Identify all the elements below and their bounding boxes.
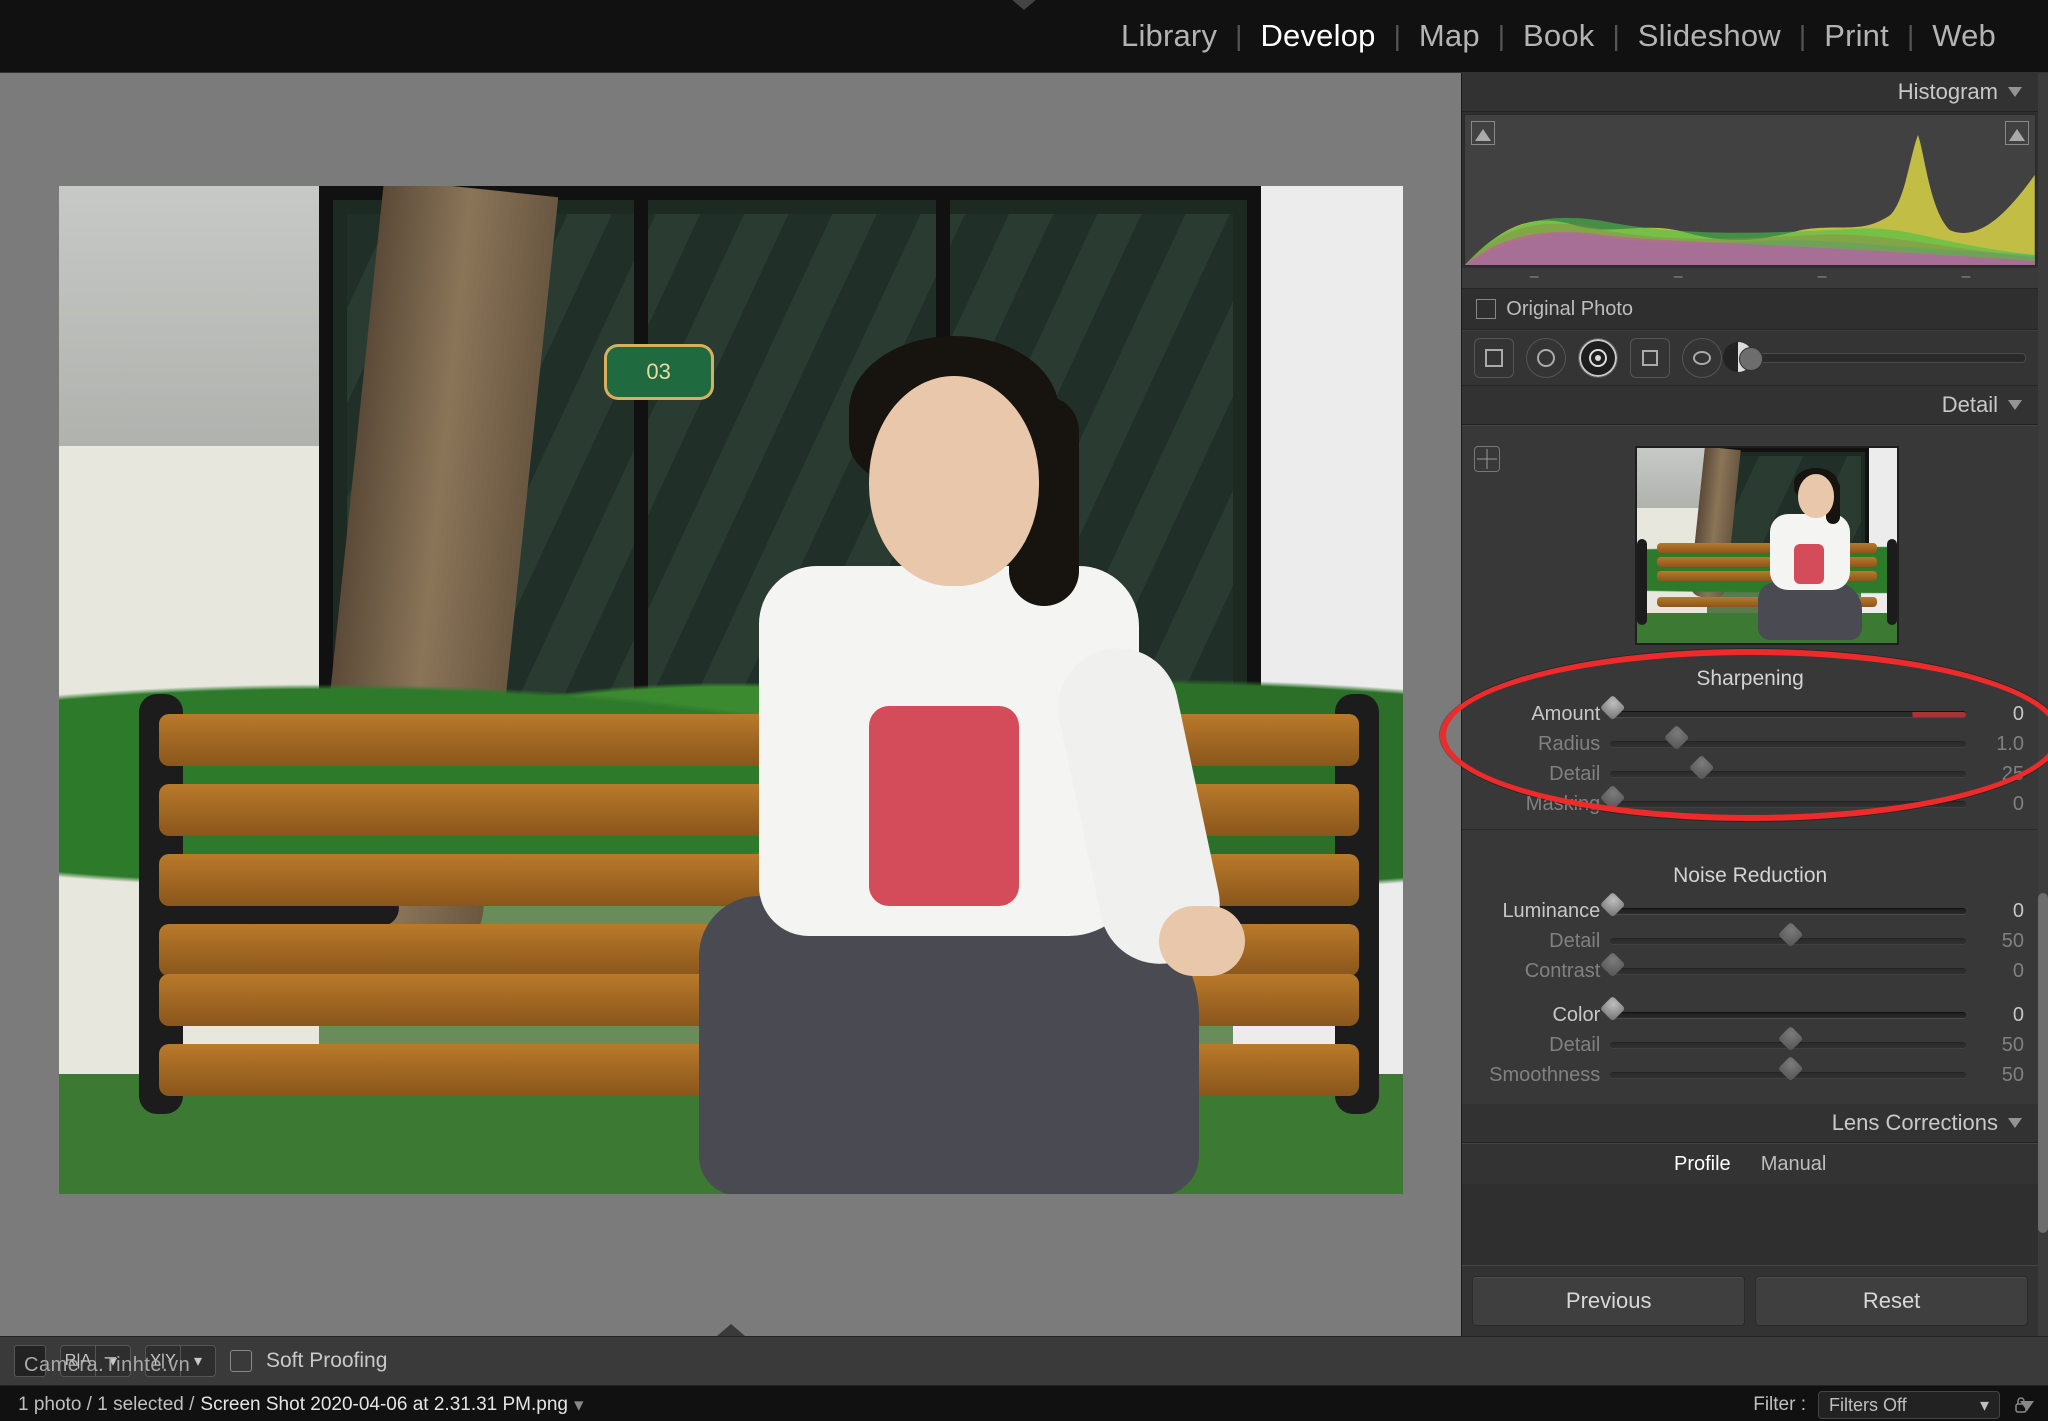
original-photo-label: Original Photo [1506,298,1633,321]
filmstrip-toggle[interactable] [717,1324,745,1336]
nav-develop[interactable]: Develop [1242,18,1393,54]
histogram[interactable] [1464,114,2036,266]
right-panel-group: Histogram –––– Original Photo [1461,73,2048,1336]
original-photo-row[interactable]: Original Photo [1462,289,2038,330]
status-filename: Screen Shot 2020-04-06 at 2.31.31 PM.png [200,1394,568,1416]
detail-zoom-preview[interactable] [1635,446,1899,645]
loupe-view[interactable]: 03 [0,73,1461,1336]
panel-header-histogram[interactable]: Histogram [1462,73,2038,112]
slider-luminance-contrast[interactable]: Contrast 0 [1476,956,2024,986]
nav-book[interactable]: Book [1505,18,1612,54]
watermark-text: Camera.Tinhte.vn [24,1354,190,1377]
noise-reduction-title: Noise Reduction [1476,864,2024,888]
slider-detail[interactable]: Detail 25 [1476,759,2024,789]
checkbox-icon[interactable] [1476,299,1496,319]
nav-library[interactable]: Library [1103,18,1235,54]
history-buttons: Previous Reset [1462,1265,2038,1336]
sharpening-group: Sharpening Amount 0 Radius 1.0 Detail 25 [1476,667,2024,819]
loupe-toolbar: R|A ▾ Y|Y ▾ Soft Proofing [0,1336,2048,1385]
radial-filter-tool[interactable] [1682,338,1722,378]
detail-panel: Sharpening Amount 0 Radius 1.0 Detail 25 [1462,425,2038,1104]
panel-title-lens: Lens Corrections [1832,1110,1998,1136]
slider-color-detail[interactable]: Detail 50 [1476,1030,2024,1060]
slider-luminance-detail[interactable]: Detail 50 [1476,926,2024,956]
panel-title-detail: Detail [1942,392,1998,418]
slider-luminance[interactable]: Luminance 0 [1476,896,2024,926]
redeye-tool[interactable] [1578,338,1618,378]
spot-removal-tool[interactable] [1526,338,1566,378]
soft-proofing-checkbox[interactable] [230,1350,252,1372]
nav-web[interactable]: Web [1914,18,2014,54]
toolbar-more-icon[interactable] [2020,1401,2034,1411]
status-bar: 1 photo / 1 selected / Screen Shot 2020-… [0,1385,2048,1421]
brush-size-slider[interactable] [1740,353,2026,363]
crop-tool[interactable] [1474,338,1514,378]
panel-header-detail[interactable]: Detail [1462,386,2038,425]
nav-slideshow[interactable]: Slideshow [1620,18,1799,54]
right-panel-scrollbar[interactable] [2038,73,2048,1336]
detail-target-picker[interactable] [1474,446,1500,472]
module-picker: Library| Develop| Map| Book| Slideshow| … [0,0,2048,73]
nav-map[interactable]: Map [1401,18,1498,54]
filter-dropdown[interactable]: Filters Off ▾ [1818,1391,2000,1419]
slider-radius[interactable]: Radius 1.0 [1476,729,2024,759]
local-adjust-toolstrip [1462,330,2038,386]
histogram-readout: –––– [1462,268,2038,289]
soft-proofing-label: Soft Proofing [266,1349,387,1373]
previous-button[interactable]: Previous [1472,1276,1745,1326]
slider-color[interactable]: Color 0 [1476,1000,2024,1030]
chevron-down-icon [2008,87,2022,97]
panel-title-histogram: Histogram [1898,79,1998,105]
photo-canvas[interactable]: 03 [59,186,1403,1194]
slider-smoothness[interactable]: Smoothness 50 [1476,1060,2024,1090]
reset-button[interactable]: Reset [1755,1276,2028,1326]
top-panel-toggle[interactable] [1010,0,1038,10]
panel-header-lens[interactable]: Lens Corrections [1462,1104,2038,1143]
lens-tab-profile[interactable]: Profile [1674,1153,1731,1176]
sharpening-title: Sharpening [1476,667,2024,691]
lens-tabs: Profile Manual [1462,1143,2038,1184]
slider-masking[interactable]: Masking 0 [1476,789,2024,819]
chevron-down-icon [2008,400,2022,410]
histogram-plot [1465,115,2035,265]
nav-print[interactable]: Print [1806,18,1907,54]
chevron-down-icon: ▾ [1980,1395,1989,1416]
status-counts: 1 photo / 1 selected / [18,1394,194,1416]
slider-amount[interactable]: Amount 0 [1476,699,2024,729]
chevron-down-icon [2008,1118,2022,1128]
graduated-filter-tool[interactable] [1630,338,1670,378]
lens-tab-manual[interactable]: Manual [1761,1153,1827,1176]
filter-label: Filter : [1753,1394,1806,1416]
